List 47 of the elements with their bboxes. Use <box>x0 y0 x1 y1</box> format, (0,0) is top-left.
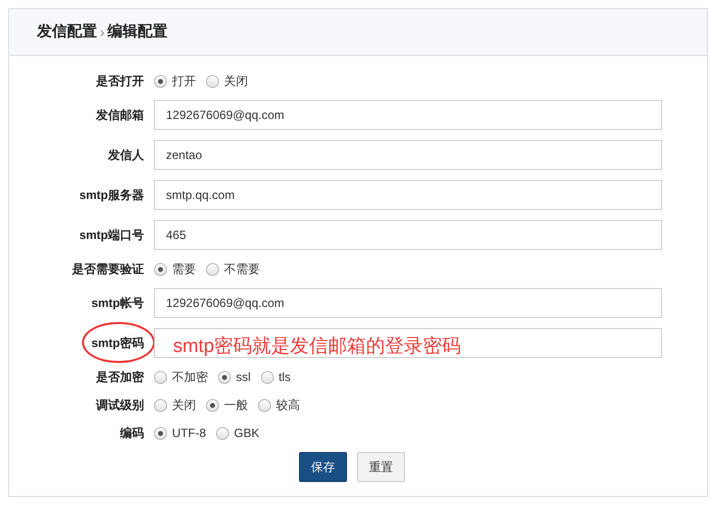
input-field[interactable]: smtp.qq.com <box>154 180 662 210</box>
field-label: smtp帐号 <box>91 296 144 310</box>
radio-button[interactable] <box>258 398 271 412</box>
radio-button[interactable] <box>260 370 274 384</box>
radio-label: 关闭 <box>172 397 196 414</box>
radio-button[interactable] <box>154 426 167 440</box>
radio-button[interactable] <box>206 74 219 88</box>
field-label: 是否需要验证 <box>72 262 144 276</box>
radio-button[interactable] <box>154 262 167 276</box>
input-field[interactable]: 1292676069@qq.com <box>154 288 662 318</box>
input-field[interactable]: 1292676069@qq.com <box>154 100 662 130</box>
radio-label: tls <box>278 369 291 386</box>
radio-button[interactable] <box>154 370 167 384</box>
radio-label: UTF-8 <box>172 425 206 442</box>
radio-button[interactable] <box>216 426 229 440</box>
radio-label: ssl <box>236 369 251 386</box>
field-label: smtp端口号 <box>79 228 144 242</box>
field-label: smtp密码 <box>91 336 144 350</box>
radio-label: GBK <box>234 425 260 442</box>
radio-button[interactable] <box>154 398 167 412</box>
radio-label: 较高 <box>276 397 300 414</box>
radio-button[interactable] <box>218 370 231 384</box>
input-field[interactable]: zentao <box>154 140 662 170</box>
breadcrumb-current: 编辑配置 <box>108 22 168 42</box>
field-label: 调试级别 <box>96 398 144 412</box>
radio-label: 不需要 <box>224 261 260 278</box>
radio-label: 需要 <box>172 261 196 278</box>
field-label: 发信邮箱 <box>96 108 144 122</box>
reset-button[interactable]: 重置 <box>357 452 405 482</box>
save-button[interactable]: 保存 <box>299 452 347 482</box>
breadcrumb-link[interactable]: 发信配置 <box>37 20 97 44</box>
input-field[interactable]: 465 <box>154 220 662 250</box>
breadcrumb-separator: › <box>100 22 105 42</box>
radio-label: 不加密 <box>172 369 208 386</box>
radio-label: 关闭 <box>224 73 248 90</box>
annotation-text: smtp密码就是发信邮箱的登录密码 <box>173 336 462 358</box>
radio-label: 打开 <box>172 73 196 90</box>
radio-button[interactable] <box>206 262 219 276</box>
radio-label: 一般 <box>224 397 248 414</box>
field-label: 编码 <box>120 426 144 440</box>
input-field[interactable] <box>154 328 662 358</box>
field-label: 发信人 <box>108 148 144 162</box>
radio-button[interactable] <box>206 398 219 412</box>
field-label: 是否打开 <box>96 74 144 88</box>
field-label: smtp服务器 <box>79 188 144 202</box>
field-label: 是否加密 <box>96 370 144 384</box>
radio-button[interactable] <box>154 74 167 88</box>
